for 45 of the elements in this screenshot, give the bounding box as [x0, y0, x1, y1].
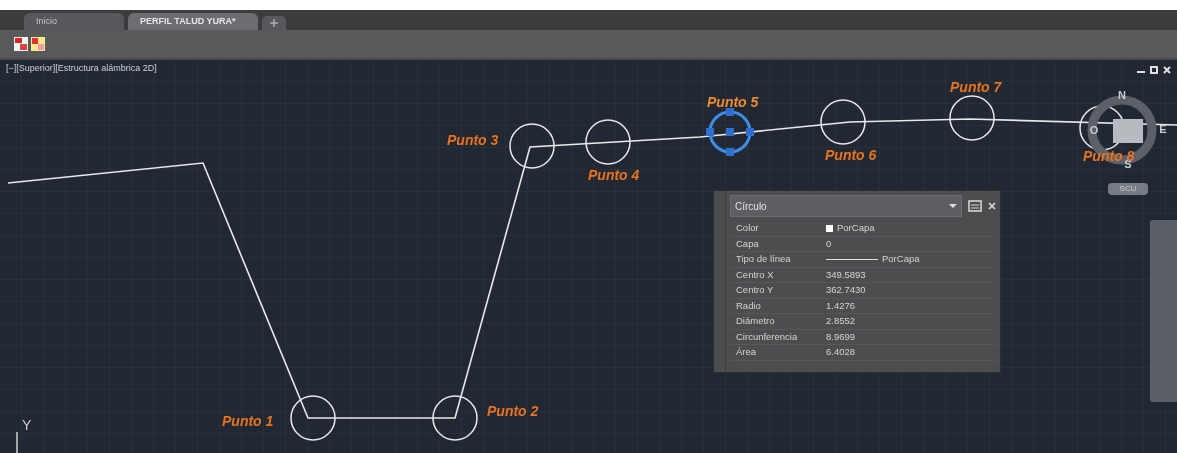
new-tab-button[interactable] [262, 16, 286, 30]
layer-tool-icon[interactable] [31, 37, 45, 51]
property-label: Color [735, 221, 760, 236]
document-tab[interactable]: PERFIL TALUD YURA* [128, 13, 258, 30]
viewcube-west-label[interactable]: O [1089, 124, 1099, 136]
property-value[interactable]: PorCapa [837, 221, 875, 236]
viewcube-north-label[interactable]: N [1118, 89, 1126, 101]
property-label: Capa [735, 236, 760, 251]
property-value[interactable]: 1.4276 [826, 298, 856, 313]
property-value[interactable]: 8.9699 [826, 329, 856, 344]
property-label: Circunferencia [735, 329, 799, 344]
property-value[interactable]: 2.8552 [826, 314, 856, 329]
point-label: Punto 6 [825, 147, 877, 163]
caret-icon[interactable] [949, 203, 957, 209]
point-label: Punto 2 [487, 403, 539, 419]
property-value[interactable]: 0 [826, 236, 832, 251]
property-value[interactable]: 349.5893 [826, 267, 866, 282]
viewport-label[interactable]: [−][Superior][Estructura alámbrica 2D] [6, 62, 157, 76]
point-label: Punto 1 [222, 413, 274, 429]
property-label: Tipo de línea [735, 252, 792, 267]
point-label: Punto 5 [707, 94, 759, 110]
selected-circle[interactable] [706, 108, 754, 156]
restore-icon[interactable] [1150, 66, 1158, 74]
close-icon[interactable] [1163, 66, 1171, 74]
point-label: Punto 3 [447, 132, 499, 148]
property-label: Centro X [735, 267, 775, 282]
property-label: Radio [735, 298, 762, 313]
point-label: Punto 4 [588, 167, 640, 183]
viewcube-east-label[interactable]: E [1159, 123, 1167, 135]
property-label: Centro Y [735, 283, 775, 298]
property-value[interactable]: PorCapa [882, 252, 920, 267]
axis-label: Y [22, 417, 32, 433]
document-tab[interactable]: Inicio [24, 13, 124, 30]
property-label: Diámetro [735, 314, 776, 329]
layer-tool-icon[interactable] [14, 37, 28, 51]
point-label: Punto 7 [950, 79, 1002, 95]
property-value[interactable]: 362.7430 [826, 283, 866, 298]
plus-icon [270, 19, 278, 27]
linetype-sample [826, 258, 878, 260]
close-icon[interactable] [988, 202, 996, 210]
axis-line [16, 431, 18, 453]
quick-select-icon[interactable] [968, 199, 982, 213]
object-type-dropdown[interactable]: Círculo [730, 195, 962, 217]
property-label: Área [735, 345, 758, 360]
property-value[interactable]: 6.4028 [826, 345, 856, 360]
